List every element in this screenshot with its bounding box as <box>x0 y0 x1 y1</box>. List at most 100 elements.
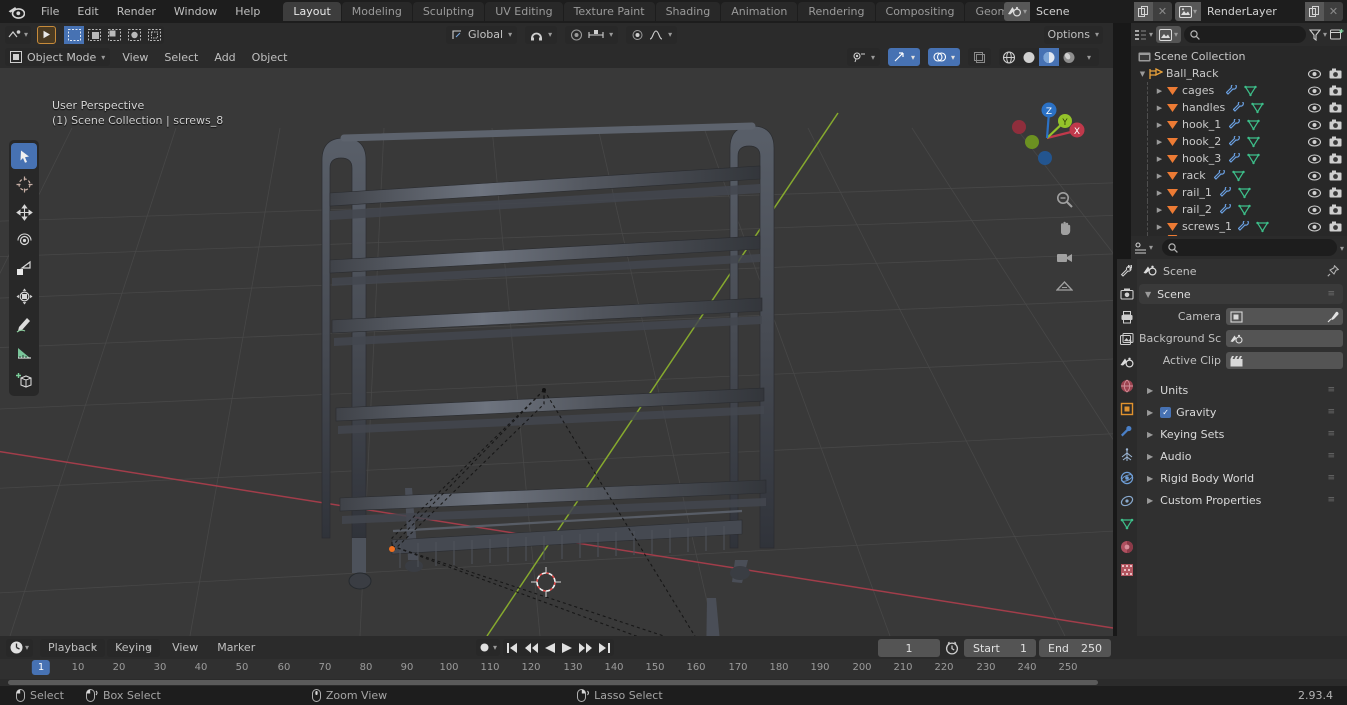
eye-icon[interactable] <box>1308 68 1321 79</box>
eye-icon[interactable] <box>1308 153 1321 164</box>
gravity-checkbox[interactable]: ✓ <box>1160 406 1172 418</box>
audio-panel[interactable]: ▶ Audio ≡ <box>1139 446 1343 466</box>
tab-material-icon[interactable] <box>1119 539 1135 555</box>
start-frame-field[interactable]: Start 1 <box>964 639 1036 657</box>
play-reverse-icon[interactable] <box>545 642 556 653</box>
eye-icon[interactable] <box>1308 119 1321 130</box>
proportional-edit-selector[interactable]: ▾ <box>565 25 619 44</box>
camera-render-icon[interactable] <box>1329 221 1342 232</box>
select-invert-icon[interactable] <box>124 26 144 44</box>
material-preview-shading-icon[interactable] <box>1039 48 1059 66</box>
mesh-data-icon[interactable] <box>1244 85 1257 97</box>
expand-triangle-icon[interactable]: ▶ <box>1155 172 1164 180</box>
tab-layout[interactable]: Layout <box>283 2 341 21</box>
properties-editor-type[interactable]: ▾ <box>1134 241 1153 254</box>
select-intersect-icon[interactable] <box>144 26 164 44</box>
new-viewlayer-button[interactable] <box>1305 2 1324 21</box>
menu-window[interactable]: Window <box>165 2 226 21</box>
playhead[interactable]: 1 <box>31 660 51 675</box>
delete-viewlayer-button[interactable]: ✕ <box>1324 2 1343 21</box>
viewlayer-name[interactable]: RenderLayer <box>1201 2 1305 21</box>
tab-animation[interactable]: Animation <box>721 2 798 21</box>
tab-texture-icon[interactable] <box>1119 562 1135 578</box>
3d-viewport[interactable]: ▾ Global ▾ ▾ ▾ ▾ Options ▾ Object Mode ▾… <box>0 23 1113 636</box>
mesh-data-icon[interactable] <box>1238 187 1251 199</box>
transform-orientation-selector[interactable]: Global ▾ <box>446 25 518 44</box>
play-icon[interactable] <box>562 642 573 653</box>
eye-icon[interactable] <box>1308 136 1321 147</box>
tab-physics-icon[interactable] <box>1119 470 1135 486</box>
navigation-gizmo[interactable]: Z X Y <box>1009 100 1085 176</box>
menu-edit[interactable]: Edit <box>68 2 107 21</box>
tab-sculpting[interactable]: Sculpting <box>412 2 485 21</box>
cursor-tool-icon[interactable] <box>11 171 37 197</box>
add-cube-tool-icon[interactable] <box>11 367 37 393</box>
mesh-data-icon[interactable] <box>1247 119 1261 131</box>
shading-mode-group[interactable]: ▾ <box>999 48 1099 66</box>
outliner-row-hook-1[interactable]: ▶ hook_1 <box>1131 116 1347 133</box>
camera-render-icon[interactable] <box>1329 187 1342 198</box>
properties-options-button[interactable]: ▾ <box>1340 241 1344 254</box>
tab-uv-editing[interactable]: UV Editing <box>485 2 563 21</box>
outliner-row-screws-1[interactable]: ▶ screws_1 <box>1131 218 1347 235</box>
keying-sets-panel[interactable]: ▶ Keying Sets ≡ <box>1139 424 1343 444</box>
camera-render-icon[interactable] <box>1329 136 1342 147</box>
mesh-data-icon[interactable] <box>1238 204 1251 216</box>
tab-render-icon[interactable] <box>1119 286 1135 302</box>
camera-render-icon[interactable] <box>1329 102 1342 113</box>
annotate-tool-icon[interactable] <box>11 311 37 337</box>
tab-rendering[interactable]: Rendering <box>798 2 875 21</box>
editor-type-icon[interactable]: ▾ <box>5 26 31 44</box>
tab-world-icon[interactable] <box>1119 378 1135 394</box>
modifier-icon[interactable] <box>1229 135 1242 148</box>
eye-icon[interactable] <box>1308 102 1321 113</box>
end-frame-field[interactable]: End 250 <box>1039 639 1111 657</box>
modifier-icon[interactable] <box>1233 101 1246 114</box>
tab-viewlayer-icon[interactable] <box>1119 332 1135 348</box>
prev-keyframe-icon[interactable] <box>525 642 539 653</box>
expand-triangle-icon[interactable]: ▶ <box>1155 155 1164 163</box>
camera-render-icon[interactable] <box>1329 153 1342 164</box>
visibility-selector[interactable]: ▾ <box>846 48 880 66</box>
auto-keying-icon[interactable] <box>945 641 959 655</box>
camera-render-icon[interactable] <box>1329 85 1342 96</box>
new-scene-button[interactable] <box>1134 2 1153 21</box>
expand-triangle-icon[interactable]: ▼ <box>1138 70 1147 78</box>
eye-icon[interactable] <box>1308 85 1321 96</box>
tab-modifier-icon[interactable] <box>1119 424 1135 440</box>
shading-dropdown[interactable]: ▾ <box>1079 48 1099 66</box>
outliner-row-cages[interactable]: ▶ cages <box>1131 82 1347 99</box>
tab-constraint-icon[interactable] <box>1119 493 1135 509</box>
scene-panel-header[interactable]: ▼ Scene ≡ <box>1139 284 1343 304</box>
expand-triangle-icon[interactable]: ▶ <box>1155 104 1164 112</box>
timeline-menu-marker[interactable]: Marker <box>209 639 263 656</box>
expand-triangle-icon[interactable]: ▶ <box>1155 189 1164 197</box>
rigid-body-world-panel[interactable]: ▶ Rigid Body World ≡ <box>1139 468 1343 488</box>
expand-triangle-icon[interactable]: ▶ <box>1155 87 1164 95</box>
camera-icon[interactable] <box>1053 246 1075 268</box>
outliner-row-rail-1[interactable]: ▶ rail_1 <box>1131 184 1347 201</box>
camera-render-icon[interactable] <box>1329 204 1342 215</box>
viewport-canvas[interactable]: User Perspective (1) Scene Collection | … <box>0 68 1113 636</box>
outliner-editor[interactable]: ▾ ▾ ▾ Scene Collection ▼ Ball_Rack ▶ cag… <box>1131 23 1347 241</box>
select-extend-icon[interactable] <box>84 26 104 44</box>
properties-editor[interactable]: ▾ ▾ Scene ▼ Scene ≡ Camera Background Sc… <box>1117 236 1347 636</box>
tab-tool-icon[interactable] <box>1119 263 1135 279</box>
viewport-menu-object[interactable]: Object <box>244 49 296 66</box>
pin-icon[interactable] <box>1327 265 1339 277</box>
modifier-icon[interactable] <box>1238 220 1251 233</box>
mesh-data-icon[interactable] <box>1256 221 1269 233</box>
tab-modeling[interactable]: Modeling <box>341 2 412 21</box>
current-frame-field[interactable]: 1 <box>878 639 940 657</box>
camera-render-icon[interactable] <box>1329 68 1342 79</box>
transform-tool-icon[interactable] <box>11 283 37 309</box>
units-panel[interactable]: ▶ Units ≡ <box>1139 380 1343 400</box>
play-animation-icon[interactable] <box>37 25 57 44</box>
tab-object-icon[interactable] <box>1119 401 1135 417</box>
tab-particles-icon[interactable] <box>1119 447 1135 463</box>
scene-name[interactable]: Scene <box>1030 2 1134 21</box>
timeline-scrollbar-track[interactable] <box>0 679 1347 686</box>
eye-icon[interactable] <box>1308 187 1321 198</box>
gravity-panel[interactable]: ▶ ✓ Gravity ≡ <box>1139 402 1343 422</box>
outliner-row-scene-collection[interactable]: Scene Collection <box>1131 48 1347 65</box>
